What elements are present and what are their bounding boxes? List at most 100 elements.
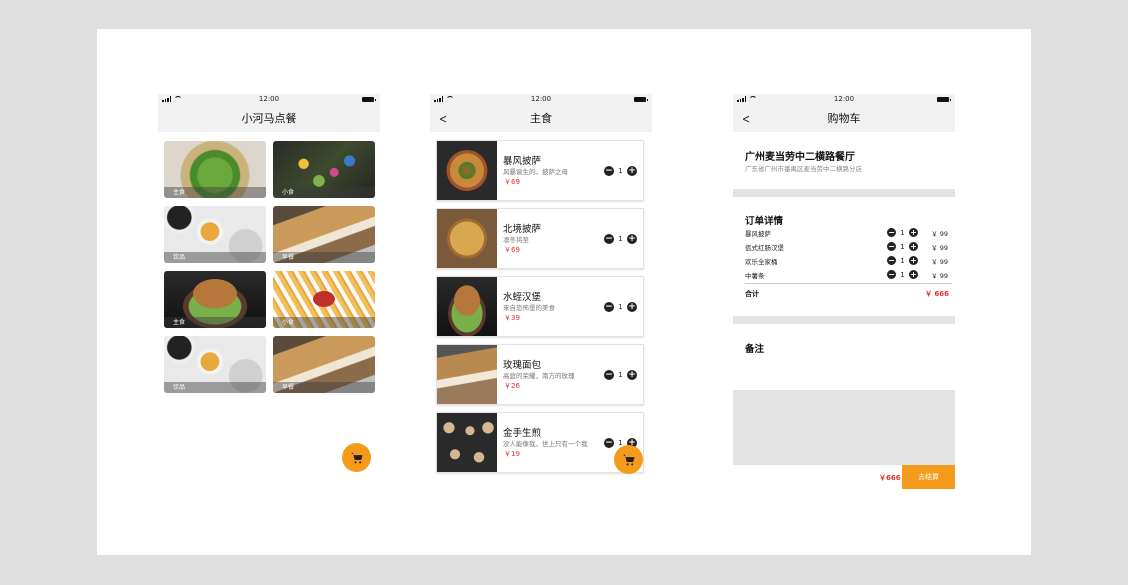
status-bar: 12:00	[430, 94, 652, 106]
page-title: 小河马点餐	[241, 112, 297, 125]
cart-button[interactable]	[614, 445, 643, 474]
category-tile[interactable]: 早餐	[273, 336, 375, 393]
line-name: 暴风披萨	[745, 230, 771, 238]
total-value: ￥ 666	[925, 290, 950, 298]
quantity-value: 1	[618, 371, 623, 379]
menu-item-card[interactable]: 北境披萨 凛冬将至 ￥69 − 1 +	[436, 208, 644, 269]
restaurant-name: 广州麦当劳中二横路餐厅	[745, 152, 855, 163]
cart-icon	[350, 452, 363, 463]
dish-desc: 来自恐怖堡的美食	[503, 304, 555, 312]
quantity-value: 1	[618, 167, 623, 175]
category-tile[interactable]: 小食	[273, 141, 375, 198]
minus-icon[interactable]: −	[887, 242, 896, 251]
menu-item-card[interactable]: 暴风披萨 风暴诞生的，披萨之母 ￥69 − 1 +	[436, 140, 644, 201]
plus-icon[interactable]: +	[627, 166, 637, 176]
menu-item-card[interactable]: 金手生煎 没人能像我，世上只有一个我 ￥19 − 1 +	[436, 412, 644, 473]
dish-price: ￥69	[504, 178, 520, 186]
category-label: 早餐	[273, 382, 375, 393]
line-name: 欢乐全家桶	[745, 258, 778, 266]
category-tile[interactable]: 主食	[164, 271, 266, 328]
plus-icon[interactable]: +	[909, 270, 918, 279]
battery-icon	[634, 97, 648, 102]
plus-icon[interactable]: +	[627, 370, 637, 380]
minus-icon[interactable]: −	[604, 166, 614, 176]
category-tile[interactable]: 小食	[273, 271, 375, 328]
dish-name: 北境披萨	[503, 224, 542, 235]
quantity-value: 1	[900, 270, 905, 279]
minus-icon[interactable]: −	[604, 438, 614, 448]
nav-bar: < 主食	[430, 106, 652, 132]
plus-icon[interactable]: +	[627, 302, 637, 312]
restaurant-address: 广东省广州市番禺区麦当劳中二横路分店	[745, 165, 862, 173]
order-line: 欢乐全家桶 − 1 + ￥ 99	[745, 256, 950, 266]
dish-price: ￥26	[504, 382, 520, 390]
category-tile[interactable]: 饮品	[164, 206, 266, 263]
nav-bar: < 购物车	[733, 106, 955, 132]
dish-desc: 没人能像我，世上只有一个我	[503, 440, 588, 448]
battery-icon	[362, 97, 376, 102]
status-time: 12:00	[833, 95, 855, 103]
dish-name: 暴风披萨	[503, 156, 542, 167]
category-tile[interactable]: 饮品	[164, 336, 266, 393]
plus-icon[interactable]: +	[909, 242, 918, 251]
line-price: ￥ 99	[931, 272, 948, 280]
back-chevron-icon[interactable]: <	[742, 106, 750, 132]
line-price: ￥ 99	[931, 258, 948, 266]
category-label: 饮品	[164, 382, 266, 393]
minus-icon[interactable]: −	[604, 234, 614, 244]
checkout-button[interactable]: 去结算	[902, 465, 955, 489]
category-label: 主食	[164, 317, 266, 328]
quantity-stepper: − 1 +	[887, 242, 918, 251]
plus-icon[interactable]: +	[909, 228, 918, 237]
line-price: ￥ 99	[931, 230, 948, 238]
menu-screen: 12:00 < 主食	[430, 94, 652, 132]
notes-input[interactable]	[733, 390, 955, 465]
minus-icon[interactable]: −	[887, 256, 896, 265]
minus-icon[interactable]: −	[887, 228, 896, 237]
plus-icon[interactable]: +	[627, 234, 637, 244]
home-screen: 12:00 小河马点餐	[158, 94, 380, 132]
total-label: 合计	[745, 290, 759, 298]
status-bar: 12:00	[158, 94, 380, 106]
checkout-total: ￥666	[879, 474, 901, 482]
plus-icon[interactable]: +	[909, 256, 918, 265]
category-label: 饮品	[164, 252, 266, 263]
cart-screen: 12:00 < 购物车	[733, 94, 955, 132]
cart-icon	[622, 454, 635, 465]
order-line: 佤式红肠汉堡 − 1 + ￥ 99	[745, 242, 950, 252]
status-bar: 12:00	[733, 94, 955, 106]
dish-price: ￥19	[504, 450, 520, 458]
quantity-value: 1	[900, 256, 905, 265]
line-name: 中薯条	[745, 272, 765, 280]
order-line: 暴风披萨 − 1 + ￥ 99	[745, 228, 950, 238]
dish-price: ￥39	[504, 314, 520, 322]
quantity-value: 1	[618, 235, 623, 243]
line-name: 佤式红肠汉堡	[745, 244, 784, 252]
dish-image	[437, 413, 497, 472]
cart-button[interactable]	[342, 443, 371, 472]
line-price: ￥ 99	[931, 244, 948, 252]
dish-desc: 高庭的荣耀，南方的玫瑰	[503, 372, 575, 380]
quantity-stepper: − 1 +	[604, 302, 637, 312]
status-time: 12:00	[530, 95, 552, 103]
category-tile[interactable]: 早餐	[273, 206, 375, 263]
dish-image	[437, 345, 497, 404]
dish-desc: 凛冬将至	[503, 236, 529, 244]
dish-name: 金手生煎	[503, 428, 542, 439]
category-tile[interactable]: 主食	[164, 141, 266, 198]
back-chevron-icon[interactable]: <	[439, 106, 447, 132]
minus-icon[interactable]: −	[887, 270, 896, 279]
dish-image	[437, 277, 497, 336]
minus-icon[interactable]: −	[604, 370, 614, 380]
quantity-value: 1	[618, 303, 623, 311]
page-title: 购物车	[827, 112, 861, 125]
dish-desc: 风暴诞生的，披萨之母	[503, 168, 568, 176]
menu-item-card[interactable]: 玫瑰面包 高庭的荣耀，南方的玫瑰 ￥26 − 1 +	[436, 344, 644, 405]
section-divider	[733, 316, 955, 324]
menu-item-card[interactable]: 水蛭汉堡 来自恐怖堡的美食 ￥39 − 1 +	[436, 276, 644, 337]
notes-title: 备注	[745, 344, 765, 355]
dish-image	[437, 209, 497, 268]
minus-icon[interactable]: −	[604, 302, 614, 312]
dish-price: ￥69	[504, 246, 520, 254]
total-divider	[745, 283, 952, 284]
